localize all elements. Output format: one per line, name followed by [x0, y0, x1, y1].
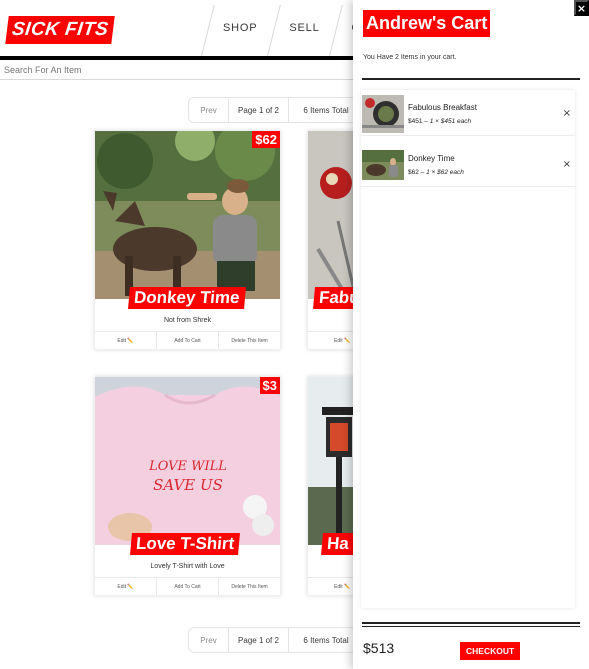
cart-item-image-donkey — [362, 146, 404, 184]
cart-panel: × Andrew's Cart You Have 2 Items in your… — [353, 0, 589, 669]
nav-shop[interactable]: SHOP — [205, 0, 271, 56]
tshirt-print-line-2: SAVE US — [153, 476, 223, 494]
cart-item-total: $451 — [408, 118, 423, 125]
nav-sell[interactable]: SELL — [271, 0, 333, 56]
add-to-cart-button[interactable]: Add To Cart — [157, 332, 219, 349]
items-total: 6 Items Total — [303, 105, 349, 115]
prev-page-link[interactable]: Prev — [189, 628, 229, 652]
cart-item-image-breakfast — [362, 95, 404, 133]
cart-title: Andrew's Cart — [363, 10, 491, 37]
cart-item-name: Donkey Time — [408, 154, 455, 163]
checkout-button[interactable]: CHECKOUT — [460, 642, 521, 660]
logo[interactable]: SICK FITS — [5, 16, 116, 44]
delete-button[interactable]: Delete This Item — [219, 578, 280, 595]
price-tag: $3 — [259, 377, 280, 394]
cart-item-price-line: $62 – 1 × $62 each — [408, 169, 464, 176]
cart-item: Donkey Time $62 – 1 × $62 each × — [361, 141, 575, 187]
product-image-donkey[interactable] — [95, 131, 280, 299]
tshirt-print-line-1: LOVE WILL — [148, 459, 227, 474]
cart-total: $513 — [363, 640, 395, 656]
cart-item-price-line: $451 – 1 × $451 each — [408, 118, 472, 125]
product-actions: Edit ✏️ Add To Cart Delete This Item — [95, 577, 280, 595]
search-input[interactable] — [0, 60, 350, 80]
add-to-cart-button[interactable]: Add To Cart — [157, 578, 219, 595]
cart-footer-divider — [362, 622, 580, 624]
remove-item-button[interactable]: × — [563, 159, 571, 170]
product-actions: Edit ✏️ Add To Cart Delete This Item — [95, 331, 280, 349]
edit-button[interactable]: Edit ✏️ — [95, 578, 157, 595]
cart-item-list: Fabulous Breakfast $451 – 1 × $451 each … — [361, 90, 575, 608]
close-cart-button[interactable]: × — [574, 0, 589, 16]
prev-page-link[interactable]: Prev — [189, 98, 229, 122]
pagination-bottom: Prev Page 1 of 2 6 Items Total — [188, 627, 364, 653]
edit-button[interactable]: Edit ✏️ — [95, 332, 157, 349]
product-image-tshirt[interactable]: LOVE WILL SAVE US — [95, 377, 280, 545]
page-indicator: Page 1 of 2 — [229, 628, 289, 652]
cart-item-detail: 1 × $62 each — [426, 169, 464, 176]
pagination-top: Prev Page 1 of 2 6 Items Total — [188, 97, 364, 123]
product-title[interactable]: Ha — [321, 533, 355, 555]
cart-divider — [362, 78, 580, 80]
page-indicator: Page 1 of 2 — [229, 98, 289, 122]
product-description: Lovely T-Shirt with Love — [150, 563, 225, 570]
items-total: 6 Items Total — [303, 635, 349, 645]
cart-footer-divider — [362, 626, 580, 627]
cart-item: Fabulous Breakfast $451 – 1 × $451 each … — [361, 90, 575, 136]
cart-summary: You Have 2 Items in your cart. — [363, 54, 457, 61]
product-description: Not from Shrek — [163, 317, 212, 324]
cart-item-name: Fabulous Breakfast — [408, 103, 477, 112]
cart-item-detail: 1 × $451 each — [429, 118, 472, 125]
product-title[interactable]: Donkey Time — [128, 287, 246, 309]
price-tag: $62 — [252, 131, 280, 148]
product-title[interactable]: Love T-Shirt — [130, 533, 241, 555]
cart-item-total: $62 — [408, 169, 419, 176]
product-card: $62 Donkey Time Not from Shrek Edit ✏️ A… — [94, 130, 281, 350]
delete-button[interactable]: Delete This Item — [219, 332, 280, 349]
remove-item-button[interactable]: × — [563, 108, 571, 119]
product-card: LOVE WILL SAVE US $3 Love T-Shirt Lovely… — [94, 376, 281, 596]
